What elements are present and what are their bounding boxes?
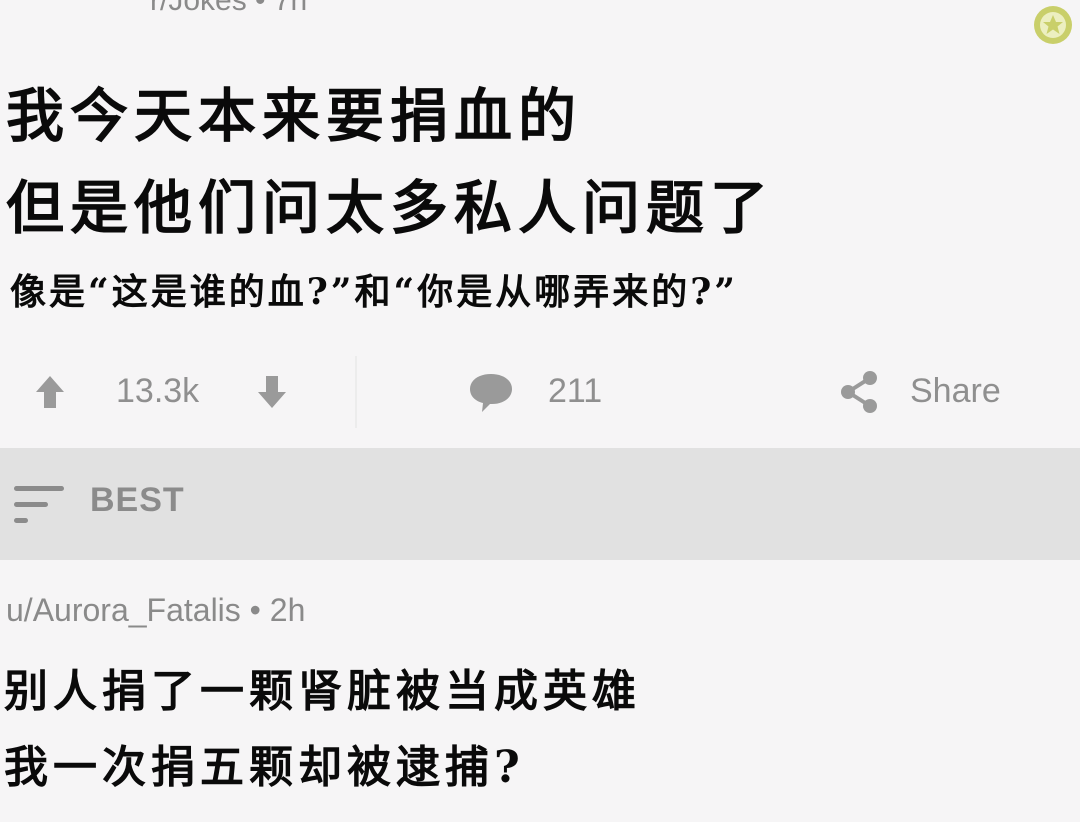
post-title-line: 但是他们问太多私人问题了	[6, 174, 775, 242]
comment-line: 别人捐了一颗肾脏被当成英雄	[4, 666, 641, 717]
sort-bar[interactable]: BEST	[0, 448, 1080, 560]
comment-bubble-icon	[470, 374, 512, 412]
award-icon[interactable]	[1032, 4, 1074, 46]
post-body: 像是“这是谁的血?”和“你是从哪弄来的?”	[10, 271, 739, 313]
share-label: Share	[910, 372, 1001, 410]
post-title-line: 我今天本来要捐血的	[6, 82, 583, 150]
share-icon	[841, 371, 877, 413]
post-title[interactable]: 我今天本来要捐血的 但是他们问太多私人问题了	[6, 70, 1074, 254]
sort-label: BEST	[90, 481, 185, 519]
divider	[355, 356, 357, 428]
comment-body: 别人捐了一颗肾脏被当成英雄 我一次捐五颗却被逮捕?	[4, 654, 641, 806]
comment-count: 211	[548, 372, 603, 410]
sort-lines-icon	[14, 486, 64, 523]
post-meta[interactable]: r/Jokes • 7h	[150, 0, 307, 18]
downvote-icon[interactable]	[252, 372, 292, 412]
vote-score: 13.3k	[116, 372, 200, 410]
post-header: r/Jokes • 7h	[0, 0, 1080, 60]
comment-line: 我一次捐五颗却被逮捕?	[4, 742, 525, 793]
upvote-icon[interactable]	[30, 372, 70, 412]
post-action-bar: 13.3k 211 Share	[0, 350, 1080, 434]
comment-author[interactable]: u/Aurora_Fatalis • 2h	[6, 592, 305, 629]
